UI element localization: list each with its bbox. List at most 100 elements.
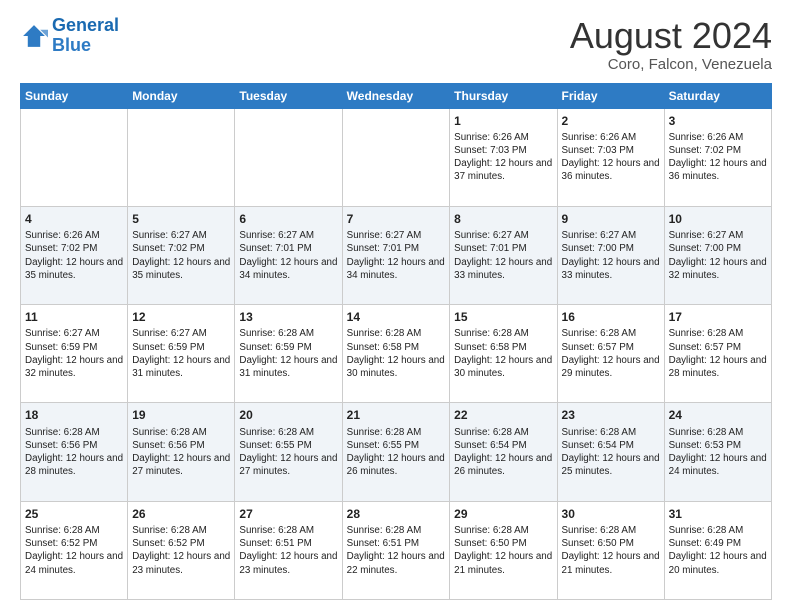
day-info: Sunrise: 6:28 AMSunset: 6:54 PMDaylight:… [454, 426, 552, 479]
logo: General Blue [20, 16, 119, 56]
logo-line2: Blue [52, 35, 91, 55]
day-number: 29 [454, 506, 552, 522]
day-info: Sunrise: 6:28 AMSunset: 6:56 PMDaylight:… [25, 426, 123, 479]
day-info: Sunrise: 6:27 AMSunset: 6:59 PMDaylight:… [132, 327, 230, 380]
calendar-cell: 3Sunrise: 6:26 AMSunset: 7:02 PMDaylight… [664, 108, 771, 206]
calendar-cell: 30 Sunrise: 6:28 AMSunset: 6:50 PMDayligh… [557, 501, 664, 599]
day-info: Sunrise: 6:28 AMSunset: 6:57 PMDaylight:… [562, 327, 660, 380]
weekday-sunday: Sunday [21, 83, 128, 108]
day-info: Sunrise: 6:27 AMSunset: 7:00 PMDaylight:… [669, 229, 767, 282]
calendar-week-4: 18 Sunrise: 6:28 AMSunset: 6:56 PMDayligh… [21, 403, 772, 501]
subtitle: Coro, Falcon, Venezuela [570, 56, 772, 73]
calendar-cell: 16Sunrise: 6:28 AMSunset: 6:57 PMDayligh… [557, 305, 664, 403]
calendar-cell [235, 108, 342, 206]
calendar-cell: 9Sunrise: 6:27 AMSunset: 7:00 PMDaylight… [557, 206, 664, 304]
weekday-saturday: Saturday [664, 83, 771, 108]
weekday-header-row: SundayMondayTuesdayWednesdayThursdayFrid… [21, 83, 772, 108]
day-number: 31 [669, 506, 767, 522]
main-title: August 2024 [570, 16, 772, 56]
day-number: 22 [454, 407, 552, 423]
day-info: Sunrise: 6:28 AMSunset: 6:55 PMDaylight:… [347, 426, 446, 479]
weekday-wednesday: Wednesday [342, 83, 450, 108]
day-info: Sunrise: 6:27 AMSunset: 7:01 PMDaylight:… [347, 229, 446, 282]
day-info: Sunrise: 6:28 AMSunset: 6:50 PMDaylight:… [562, 524, 660, 577]
day-info: Sunrise: 6:27 AMSunset: 6:59 PMDaylight:… [25, 327, 123, 380]
day-info: Sunrise: 6:28 AMSunset: 6:51 PMDaylight:… [347, 524, 446, 577]
day-number: 23 [562, 407, 660, 423]
day-number: 20 [239, 407, 337, 423]
day-info: Sunrise: 6:28 AMSunset: 6:58 PMDaylight:… [454, 327, 552, 380]
day-info: Sunrise: 6:27 AMSunset: 7:02 PMDaylight:… [132, 229, 230, 282]
calendar-cell: 19 Sunrise: 6:28 AMSunset: 6:56 PMDayligh… [128, 403, 235, 501]
calendar-cell [128, 108, 235, 206]
day-info: Sunrise: 6:28 AMSunset: 6:51 PMDaylight:… [239, 524, 337, 577]
day-number: 21 [347, 407, 446, 423]
day-number: 19 [132, 407, 230, 423]
day-number: 24 [669, 407, 767, 423]
day-number: 2 [562, 113, 660, 129]
day-info: Sunrise: 6:26 AMSunset: 7:03 PMDaylight:… [454, 131, 552, 184]
calendar-cell: 10 Sunrise: 6:27 AMSunset: 7:00 PMDayligh… [664, 206, 771, 304]
calendar-week-2: 4Sunrise: 6:26 AMSunset: 7:02 PMDaylight… [21, 206, 772, 304]
calendar-cell [342, 108, 450, 206]
header: General Blue August 2024 Coro, Falcon, V… [20, 16, 772, 73]
day-number: 7 [347, 211, 446, 227]
day-number: 28 [347, 506, 446, 522]
calendar-cell: 2 Sunrise: 6:26 AMSunset: 7:03 PMDaylight… [557, 108, 664, 206]
day-info: Sunrise: 6:28 AMSunset: 6:54 PMDaylight:… [562, 426, 660, 479]
day-info: Sunrise: 6:28 AMSunset: 6:58 PMDaylight:… [347, 327, 446, 380]
calendar-cell: 20Sunrise: 6:28 AMSunset: 6:55 PMDayligh… [235, 403, 342, 501]
calendar-cell: 25Sunrise: 6:28 AMSunset: 6:52 PMDayligh… [21, 501, 128, 599]
day-number: 10 [669, 211, 767, 227]
day-info: Sunrise: 6:28 AMSunset: 6:56 PMDaylight:… [132, 426, 230, 479]
day-number: 11 [25, 309, 123, 325]
day-info: Sunrise: 6:28 AMSunset: 6:59 PMDaylight:… [239, 327, 337, 380]
weekday-tuesday: Tuesday [235, 83, 342, 108]
day-info: Sunrise: 6:26 AMSunset: 7:02 PMDaylight:… [669, 131, 767, 184]
day-info: Sunrise: 6:28 AMSunset: 6:57 PMDaylight:… [669, 327, 767, 380]
calendar-cell: 11 Sunrise: 6:27 AMSunset: 6:59 PMDayligh… [21, 305, 128, 403]
day-info: Sunrise: 6:28 AMSunset: 6:52 PMDaylight:… [132, 524, 230, 577]
title-block: August 2024 Coro, Falcon, Venezuela [570, 16, 772, 73]
day-number: 1 [454, 113, 552, 129]
calendar-cell: 22 Sunrise: 6:28 AMSunset: 6:54 PMDayligh… [450, 403, 557, 501]
day-info: Sunrise: 6:27 AMSunset: 7:00 PMDaylight:… [562, 229, 660, 282]
day-info: Sunrise: 6:27 AMSunset: 7:01 PMDaylight:… [454, 229, 552, 282]
day-number: 6 [239, 211, 337, 227]
calendar-cell: 21 Sunrise: 6:28 AMSunset: 6:55 PMDayligh… [342, 403, 450, 501]
calendar-cell: 29 Sunrise: 6:28 AMSunset: 6:50 PMDayligh… [450, 501, 557, 599]
day-number: 30 [562, 506, 660, 522]
calendar-cell: 31 Sunrise: 6:28 AMSunset: 6:49 PMDayligh… [664, 501, 771, 599]
calendar-cell: 27Sunrise: 6:28 AMSunset: 6:51 PMDayligh… [235, 501, 342, 599]
calendar-header: SundayMondayTuesdayWednesdayThursdayFrid… [21, 83, 772, 108]
calendar-cell: 6Sunrise: 6:27 AMSunset: 7:01 PMDaylight… [235, 206, 342, 304]
calendar-cell: 4Sunrise: 6:26 AMSunset: 7:02 PMDaylight… [21, 206, 128, 304]
day-info: Sunrise: 6:26 AMSunset: 7:03 PMDaylight:… [562, 131, 660, 184]
day-number: 14 [347, 309, 446, 325]
weekday-monday: Monday [128, 83, 235, 108]
calendar-cell: 26 Sunrise: 6:28 AMSunset: 6:52 PMDayligh… [128, 501, 235, 599]
calendar-cell [21, 108, 128, 206]
day-info: Sunrise: 6:28 AMSunset: 6:49 PMDaylight:… [669, 524, 767, 577]
calendar-cell: 17Sunrise: 6:28 AMSunset: 6:57 PMDayligh… [664, 305, 771, 403]
calendar-cell: 12Sunrise: 6:27 AMSunset: 6:59 PMDayligh… [128, 305, 235, 403]
day-number: 18 [25, 407, 123, 423]
calendar-cell: 14 Sunrise: 6:28 AMSunset: 6:58 PMDayligh… [342, 305, 450, 403]
calendar-cell: 24Sunrise: 6:28 AMSunset: 6:53 PMDayligh… [664, 403, 771, 501]
logo-line1: General [52, 15, 119, 35]
day-info: Sunrise: 6:28 AMSunset: 6:52 PMDaylight:… [25, 524, 123, 577]
calendar-cell: 23 Sunrise: 6:28 AMSunset: 6:54 PMDayligh… [557, 403, 664, 501]
calendar-body: 1 Sunrise: 6:26 AMSunset: 7:03 PMDaylight… [21, 108, 772, 599]
calendar-week-1: 1 Sunrise: 6:26 AMSunset: 7:03 PMDaylight… [21, 108, 772, 206]
day-number: 26 [132, 506, 230, 522]
day-number: 13 [239, 309, 337, 325]
page: General Blue August 2024 Coro, Falcon, V… [0, 0, 792, 612]
logo-text: General Blue [52, 16, 119, 56]
day-info: Sunrise: 6:28 AMSunset: 6:50 PMDaylight:… [454, 524, 552, 577]
calendar-cell: 7 Sunrise: 6:27 AMSunset: 7:01 PMDaylight… [342, 206, 450, 304]
day-info: Sunrise: 6:26 AMSunset: 7:02 PMDaylight:… [25, 229, 123, 282]
calendar-cell: 28 Sunrise: 6:28 AMSunset: 6:51 PMDayligh… [342, 501, 450, 599]
calendar: SundayMondayTuesdayWednesdayThursdayFrid… [20, 83, 772, 600]
calendar-cell: 5Sunrise: 6:27 AMSunset: 7:02 PMDaylight… [128, 206, 235, 304]
weekday-friday: Friday [557, 83, 664, 108]
